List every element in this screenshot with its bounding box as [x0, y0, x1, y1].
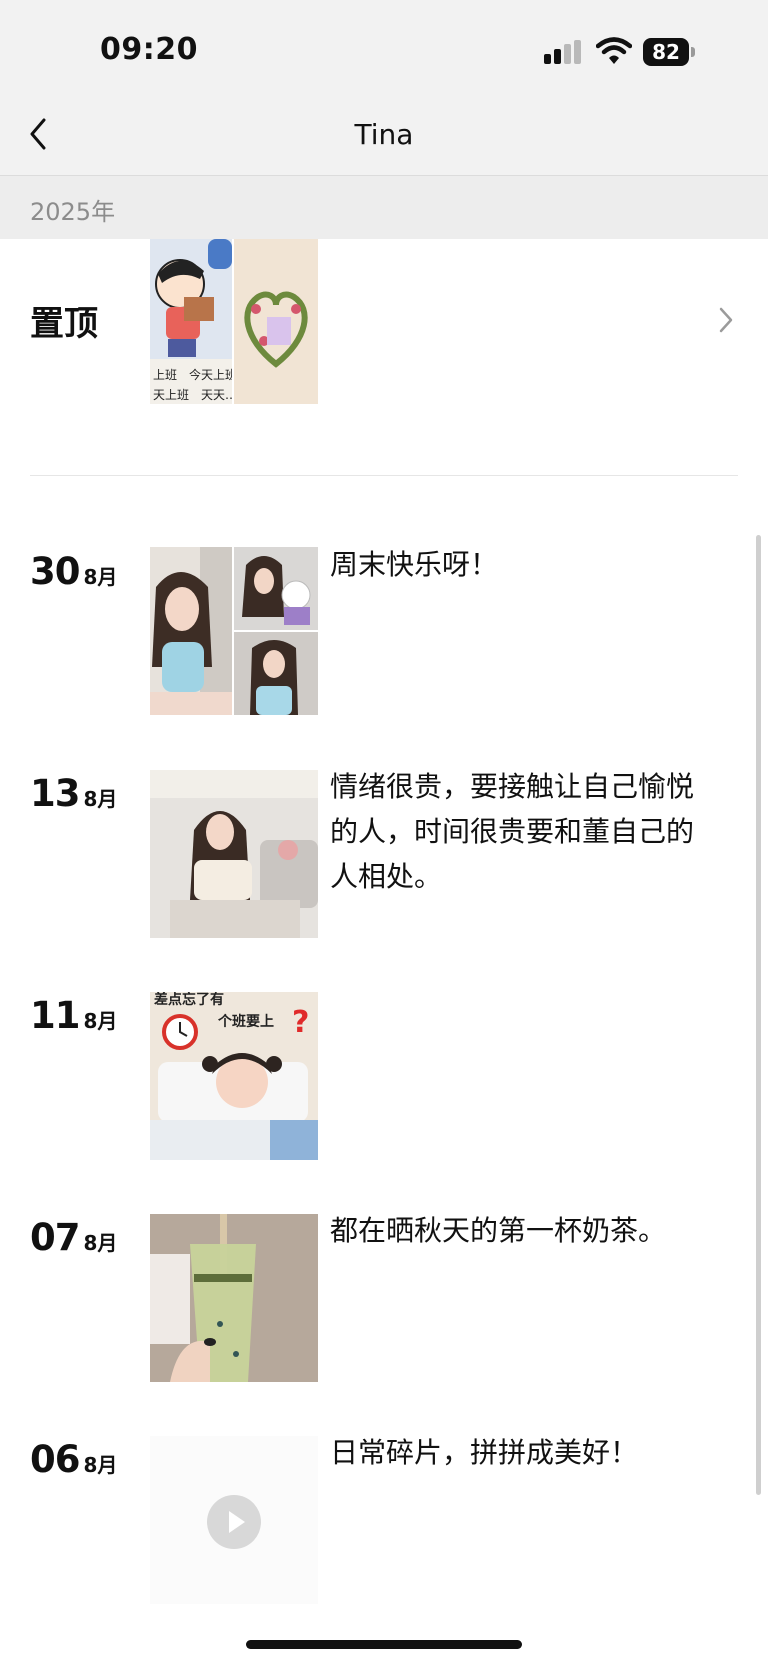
scrollbar[interactable] [756, 535, 761, 1495]
post-day: 13 [30, 772, 80, 815]
cartoon-girl-alarm-image: 差点忘了有 个班要上 ? [150, 992, 318, 1160]
pinned-thumbnail-cartoon[interactable]: 上班 今天上班 天上班 天天… [150, 239, 232, 404]
post-month: 8月 [83, 565, 118, 589]
year-header: 2025年 [0, 176, 768, 239]
post-photo-bottom-right[interactable] [234, 632, 318, 715]
post-caption: 周末快乐呀！ [330, 548, 499, 581]
page-title: Tina [354, 118, 414, 151]
post-month: 8月 [83, 1453, 118, 1477]
status-time: 09:20 [100, 32, 198, 67]
post-photo-main[interactable] [150, 547, 232, 715]
post-photo[interactable] [150, 770, 318, 938]
svg-text:个班要上: 个班要上 [217, 1013, 274, 1030]
post-date: 13 8月 [30, 772, 117, 815]
post-date: 11 8月 [30, 994, 117, 1037]
cellular-signal-icon [544, 40, 584, 64]
svg-text:上班 今天上班: 上班 今天上班 [153, 367, 232, 382]
post-day: 06 [30, 1438, 80, 1481]
section-divider [30, 475, 738, 476]
play-icon[interactable] [207, 1495, 261, 1549]
post-photo[interactable] [150, 1214, 318, 1382]
image-text: 差点忘了有 [154, 992, 224, 1008]
room-portrait-photo [150, 770, 318, 938]
pinned-label: 置顶 [30, 304, 98, 344]
post-caption: 日常碎片，拼拼成美好！ [330, 1436, 639, 1469]
chevron-right-icon[interactable] [718, 306, 734, 334]
wifi-icon [596, 37, 632, 64]
battery-level: 82 [643, 38, 689, 66]
post-day: 11 [30, 994, 80, 1037]
year-label: 2025年 [30, 198, 116, 226]
post-month: 8月 [83, 1231, 118, 1255]
top-bar: 09:20 82 Tina [0, 0, 768, 175]
milk-tea-photo [150, 1214, 318, 1382]
selfie-photo [150, 547, 232, 715]
post-caption: 都在晒秋天的第一杯奶茶。 [330, 1214, 667, 1247]
post-date: 30 8月 [30, 550, 117, 593]
heart-wreath-image [234, 239, 318, 404]
post-date: 07 8月 [30, 1216, 117, 1259]
post-photo-top-right[interactable] [234, 547, 318, 630]
selfie-photo-2 [234, 632, 318, 715]
post-photo[interactable]: 差点忘了有 个班要上 ? [150, 992, 318, 1160]
svg-text:?: ? [292, 1005, 309, 1040]
home-indicator[interactable] [246, 1640, 522, 1649]
battery-icon: 82 [643, 38, 695, 66]
post-day: 07 [30, 1216, 80, 1259]
post-month: 8月 [83, 787, 118, 811]
post-caption: 情绪很贵，要接触让自己愉悦的人，时间很贵要和董自己的人相处。 [330, 770, 695, 893]
post-day: 30 [30, 550, 80, 593]
cartoon-boy-image: 上班 今天上班 天上班 天天… [150, 239, 232, 404]
post-month: 8月 [83, 1009, 118, 1033]
photo-with-plush [234, 547, 318, 630]
pinned-thumbnail-wreath[interactable] [234, 239, 318, 404]
svg-text:天上班 天天…: 天上班 天天… [153, 388, 232, 402]
post-date: 06 8月 [30, 1438, 117, 1481]
